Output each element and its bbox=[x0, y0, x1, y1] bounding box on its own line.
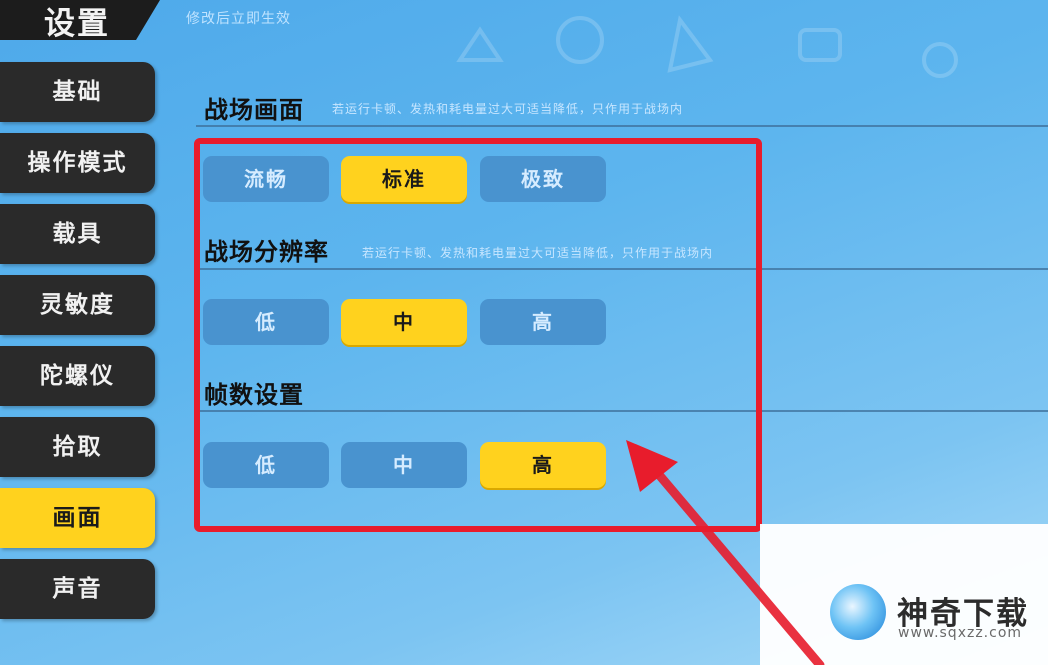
annotation-arrow-icon bbox=[626, 440, 825, 665]
watermark-url: www.sqxzz.com bbox=[898, 625, 1023, 641]
watermark-logo-icon bbox=[830, 584, 886, 640]
